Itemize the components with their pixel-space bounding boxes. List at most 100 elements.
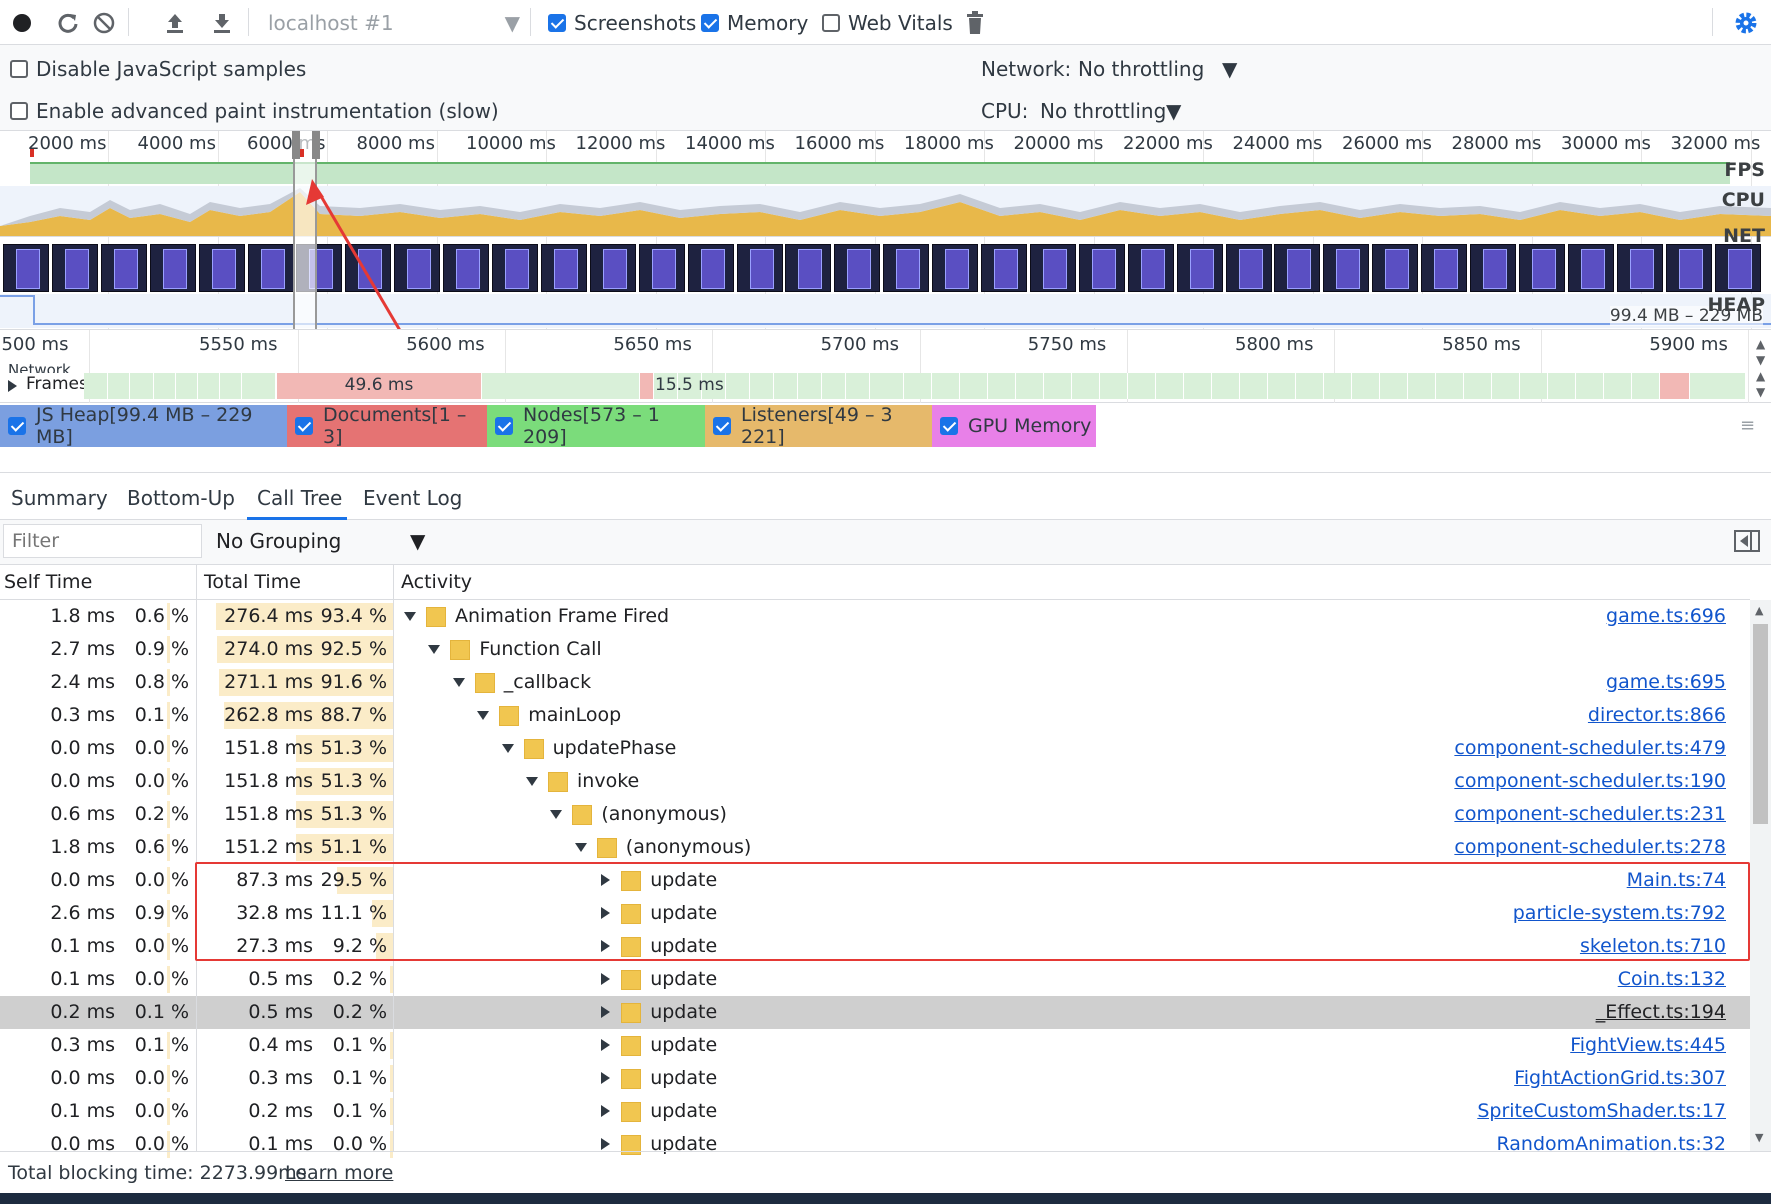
collapse-icon[interactable] bbox=[550, 810, 563, 819]
frame[interactable] bbox=[880, 373, 904, 399]
scroll-down-icon[interactable]: ▼ bbox=[1755, 1131, 1763, 1144]
frame[interactable] bbox=[482, 373, 640, 399]
frame[interactable] bbox=[726, 373, 750, 399]
frame[interactable] bbox=[1576, 373, 1604, 399]
source-link[interactable]: game.ts:696 bbox=[1606, 600, 1726, 633]
table-row[interactable]: 0.0 ms 0.0 % 151.8 ms 51.3 % updatePhase comp… bbox=[0, 732, 1750, 765]
frame[interactable] bbox=[774, 373, 798, 399]
screenshots-checkbox[interactable]: Screenshots bbox=[548, 11, 696, 35]
cpu-throttling-select[interactable]: No throttling ▼ bbox=[1040, 99, 1181, 123]
frame[interactable] bbox=[1408, 373, 1436, 399]
source-link[interactable]: component-scheduler.ts:190 bbox=[1454, 765, 1726, 798]
table-row[interactable]: 0.6 ms 0.2 % 151.8 ms 51.3 % (anonymous) comp… bbox=[0, 798, 1750, 831]
sidebar-toggle-icon[interactable] bbox=[1734, 530, 1760, 552]
scroll-up-icon[interactable]: ▲ bbox=[1755, 604, 1763, 617]
table-row[interactable]: 0.0 ms 0.0 % 151.8 ms 51.3 % invoke component… bbox=[0, 765, 1750, 798]
tab-summary[interactable]: Summary bbox=[11, 486, 108, 510]
table-row[interactable]: 0.3 ms 0.1 % 262.8 ms 88.7 % mainLoop directo… bbox=[0, 699, 1750, 732]
frame[interactable] bbox=[108, 373, 130, 399]
frame[interactable] bbox=[1352, 373, 1380, 399]
collapse-icon[interactable] bbox=[526, 777, 538, 786]
collapse-icon[interactable] bbox=[404, 612, 416, 621]
long-frame[interactable] bbox=[640, 373, 654, 399]
clear-icon[interactable] bbox=[90, 9, 118, 37]
frame[interactable] bbox=[904, 373, 932, 399]
table-row[interactable]: 0.3 ms 0.1 % 0.4 ms 0.1 % update FightView.ts… bbox=[0, 1029, 1750, 1062]
collapse-icon[interactable] bbox=[501, 744, 514, 753]
frame[interactable] bbox=[1690, 373, 1746, 399]
frame[interactable] bbox=[1240, 373, 1268, 399]
table-row[interactable]: 1.8 ms 0.6 % 151.2 ms 51.1 % (anonymous) comp… bbox=[0, 831, 1750, 864]
expand-icon[interactable] bbox=[601, 973, 611, 985]
frame[interactable] bbox=[988, 373, 1016, 399]
frame[interactable] bbox=[1156, 373, 1184, 399]
frame[interactable] bbox=[176, 373, 198, 399]
frame[interactable] bbox=[1324, 373, 1352, 399]
source-link[interactable]: component-scheduler.ts:479 bbox=[1454, 732, 1726, 765]
expand-icon[interactable] bbox=[601, 1039, 611, 1051]
frame[interactable] bbox=[1380, 373, 1408, 399]
table-row[interactable]: 2.4 ms 0.8 % 271.1 ms 91.6 % _callback game.t… bbox=[0, 666, 1750, 699]
disable-js-samples-checkbox[interactable]: Disable JavaScript samples bbox=[10, 57, 306, 81]
expand-icon[interactable] bbox=[601, 1072, 611, 1084]
legend-item-3[interactable]: Nodes[573 – 1 209] bbox=[487, 404, 705, 448]
upload-icon[interactable] bbox=[161, 9, 189, 37]
gear-icon[interactable] bbox=[1732, 9, 1760, 37]
frame[interactable] bbox=[798, 373, 822, 399]
frame[interactable] bbox=[1212, 373, 1240, 399]
legend-item-2[interactable]: Documents[1 – 3] bbox=[287, 404, 487, 448]
activity-header[interactable]: Activity bbox=[394, 565, 1750, 600]
tab-call-tree[interactable]: Call Tree bbox=[257, 486, 342, 510]
advanced-paint-checkbox[interactable]: Enable advanced paint instrumentation (s… bbox=[10, 99, 499, 123]
scrollbar-thumb[interactable] bbox=[1753, 624, 1768, 824]
frame[interactable] bbox=[130, 373, 154, 399]
frame[interactable] bbox=[1100, 373, 1128, 399]
frame[interactable] bbox=[1296, 373, 1324, 399]
legend-item-4[interactable]: Listeners[49 – 3 221] bbox=[705, 404, 932, 448]
frame[interactable] bbox=[242, 373, 276, 399]
source-link[interactable]: game.ts:695 bbox=[1606, 666, 1726, 699]
self-time-header[interactable]: Self Time bbox=[0, 565, 197, 600]
table-row[interactable]: 1.8 ms 0.6 % 276.4 ms 93.4 % Animation Frame… bbox=[0, 600, 1750, 633]
source-link[interactable]: SpriteCustomShader.ts:17 bbox=[1477, 1095, 1726, 1128]
table-row[interactable]: 0.2 ms 0.1 % 0.5 ms 0.2 % update _Effect.ts:1… bbox=[0, 996, 1750, 1029]
memory-checkbox[interactable]: Memory bbox=[701, 11, 808, 35]
frame[interactable] bbox=[1044, 373, 1072, 399]
tab-bottom-up[interactable]: Bottom-Up bbox=[127, 486, 235, 510]
network-throttling-select[interactable]: No throttling ▼ bbox=[1078, 57, 1238, 81]
source-link[interactable]: _Effect.ts:194 bbox=[1596, 996, 1726, 1029]
frame[interactable] bbox=[1464, 373, 1492, 399]
ruler-scroll-arrows[interactable]: ▲ ▼ ▲ ▼ bbox=[1756, 336, 1765, 400]
frame[interactable] bbox=[1184, 373, 1212, 399]
frame[interactable] bbox=[220, 373, 242, 399]
collapse-icon[interactable] bbox=[574, 843, 587, 852]
expand-icon[interactable] bbox=[601, 1138, 611, 1150]
frame[interactable] bbox=[198, 373, 220, 399]
download-icon[interactable] bbox=[208, 9, 236, 37]
table-row[interactable]: 0.1 ms 0.0 % 0.5 ms 0.2 % update Coin.ts:132 bbox=[0, 963, 1750, 996]
collapse-icon[interactable] bbox=[477, 711, 490, 720]
web-vitals-checkbox[interactable]: Web Vitals bbox=[822, 11, 953, 35]
filter-input[interactable] bbox=[3, 524, 202, 558]
learn-more-link[interactable]: Learn more bbox=[285, 1162, 393, 1184]
trash-icon[interactable] bbox=[961, 9, 989, 37]
frame[interactable] bbox=[750, 373, 774, 399]
legend-item-5[interactable]: GPU Memory bbox=[932, 405, 1096, 447]
target-select[interactable]: localhost #1 ▼ bbox=[268, 11, 520, 35]
timeline-overview[interactable]: 2000 ms 4000 ms 6000 ms 8000 ms 10000 ms 1200… bbox=[0, 131, 1771, 330]
source-link[interactable]: Coin.ts:132 bbox=[1618, 963, 1726, 996]
record-icon[interactable] bbox=[8, 9, 36, 37]
frame[interactable] bbox=[1436, 373, 1464, 399]
expand-icon[interactable] bbox=[601, 1105, 611, 1117]
network-track-label[interactable]: Network bbox=[8, 361, 71, 373]
frame[interactable] bbox=[1632, 373, 1660, 399]
legend-item-1[interactable]: JS Heap[99.4 MB – 229 MB] bbox=[0, 404, 287, 448]
frame[interactable] bbox=[932, 373, 960, 399]
frame[interactable] bbox=[846, 373, 870, 399]
frame[interactable] bbox=[1520, 373, 1548, 399]
table-row[interactable]: 0.1 ms 0.0 % 0.2 ms 0.1 % update SpriteCustom… bbox=[0, 1095, 1750, 1128]
table-row[interactable]: 0.0 ms 0.0 % 0.3 ms 0.1 % update FightActionG… bbox=[0, 1062, 1750, 1095]
frame[interactable] bbox=[1072, 373, 1100, 399]
source-link[interactable]: component-scheduler.ts:231 bbox=[1454, 798, 1726, 831]
expand-icon[interactable] bbox=[601, 1006, 611, 1018]
